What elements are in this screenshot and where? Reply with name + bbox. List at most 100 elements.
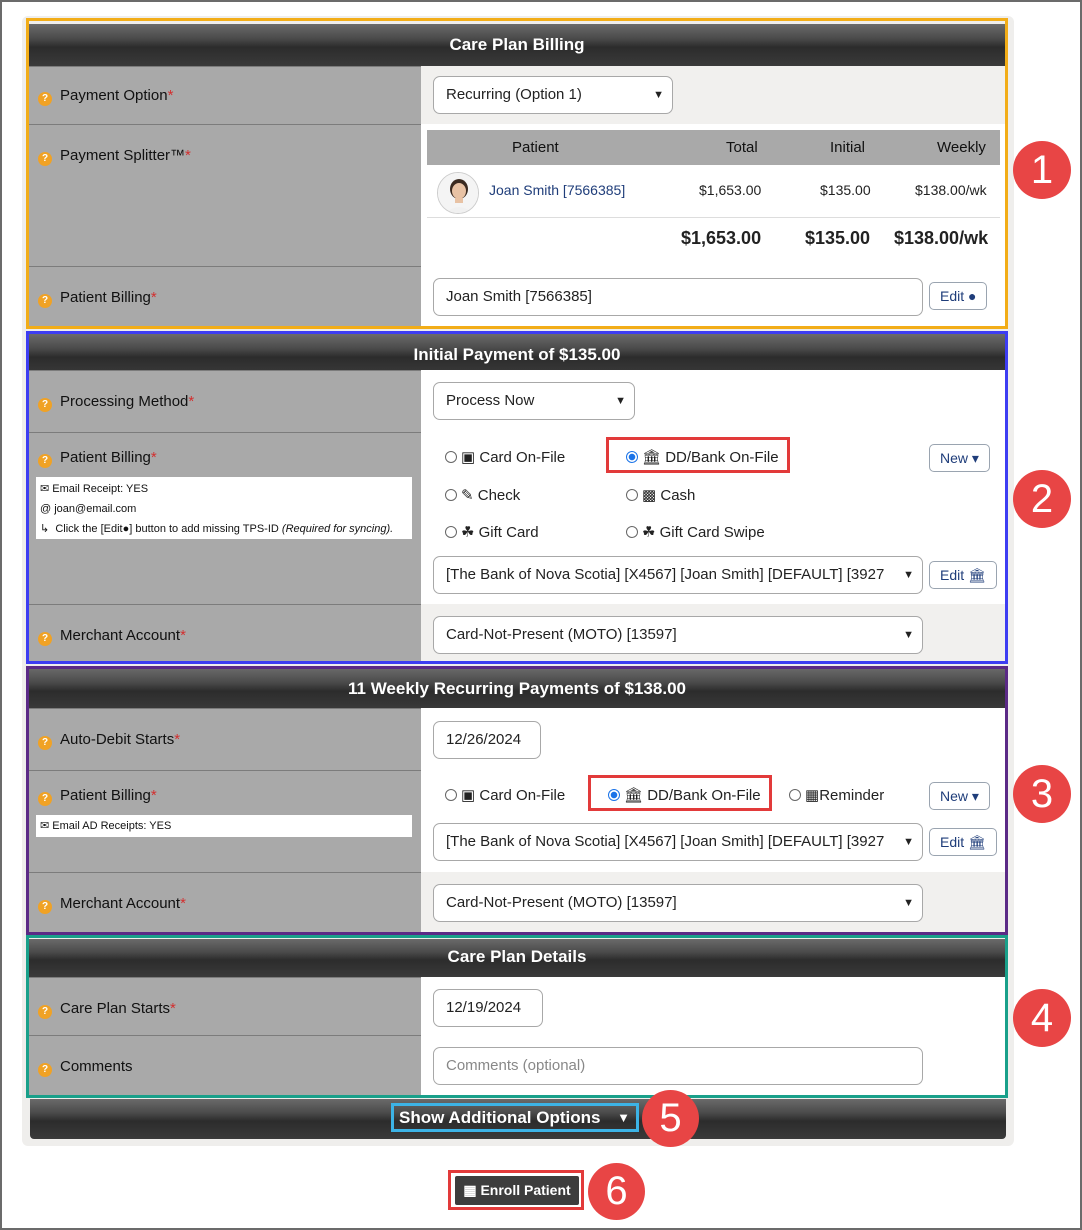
credit-card-icon: ▣ xyxy=(461,787,476,804)
radio-dd-bank-on-file[interactable]: 🏛 DD/Bank On-File xyxy=(608,786,761,804)
callout-badge-1: 1 xyxy=(1013,141,1071,199)
patient-billing-row: ? Patient Billing* Joan Smith [7566385] E… xyxy=(28,266,1006,328)
bank-icon: 🏛 xyxy=(624,787,644,804)
avatar xyxy=(437,172,479,214)
help-icon[interactable]: ? xyxy=(38,454,52,468)
edit-bank-button[interactable]: Edit 🏛 xyxy=(929,561,997,589)
auto-debit-label: Auto-Debit Starts xyxy=(60,731,175,748)
row-weekly: $138.00/wk xyxy=(915,182,987,198)
patient-billing-label: Patient Billing xyxy=(60,289,151,306)
merchant-account-select[interactable]: Card-Not-Present (MOTO) [13597] ▼ xyxy=(433,616,923,654)
radio-card-on-file[interactable]: ▣ Card On-File xyxy=(445,448,565,466)
col-total: Total xyxy=(726,139,758,156)
processing-method-label: Processing Method xyxy=(60,393,189,410)
care-plan-start-date-field[interactable]: 12/19/2024 xyxy=(433,989,543,1027)
caret-down-icon: ▾ xyxy=(971,450,979,466)
merchant-account-label: Merchant Account xyxy=(60,895,181,912)
calendar-icon: ▦ xyxy=(805,787,820,804)
callout-badge-3: 3 xyxy=(1013,765,1071,823)
billing-notes: ✉ Email AD Receipts: YES xyxy=(36,815,412,837)
radio-dd-bank-on-file[interactable]: 🏛 DD/Bank On-File xyxy=(626,448,779,466)
recurring-patient-billing-row: ? Patient Billing* ✉ Email AD Receipts: Y… xyxy=(28,770,1006,872)
bank-icon: 🏛 xyxy=(968,834,986,850)
col-initial: Initial xyxy=(830,139,866,156)
callout-badge-6: 6 xyxy=(588,1163,645,1220)
radio-reminder[interactable]: ▦Reminder xyxy=(789,786,884,804)
at-icon: @ xyxy=(40,503,52,515)
row-total: $1,653.00 xyxy=(699,182,762,198)
care-plan-starts-row: ? Care Plan Starts* 12/19/2024 xyxy=(28,977,1006,1035)
edit-bank-button[interactable]: Edit 🏛 xyxy=(929,828,997,856)
initial-payment-section: Initial Payment of $135.00 ? Processing M… xyxy=(28,334,1006,662)
merchant-account-select[interactable]: Card-Not-Present (MOTO) [13597] ▼ xyxy=(433,884,923,922)
help-icon[interactable]: ? xyxy=(38,1005,52,1019)
help-icon[interactable]: ? xyxy=(38,792,52,806)
chevron-down-icon: ▼ xyxy=(653,89,664,101)
envelope-icon: ✉ xyxy=(40,820,50,832)
care-plan-details-section: Care Plan Details ? Care Plan Starts* 12/… xyxy=(28,939,1006,1095)
callout-badge-5: 5 xyxy=(642,1090,699,1147)
gift-icon: ☘ xyxy=(642,524,656,541)
help-icon[interactable]: ? xyxy=(38,398,52,412)
comments-row: ? Comments Comments (optional) xyxy=(28,1035,1006,1095)
help-icon[interactable]: ? xyxy=(38,632,52,646)
bank-account-select[interactable]: [The Bank of Nova Scotia] [X4567] [Joan … xyxy=(433,556,923,594)
help-icon[interactable]: ? xyxy=(38,294,52,308)
comments-field[interactable]: Comments (optional) xyxy=(433,1047,923,1085)
patient-billing-label: Patient Billing xyxy=(60,449,151,466)
chevron-down-icon: ▼ xyxy=(903,897,914,909)
pencil-icon: ✎ xyxy=(461,487,474,504)
table-row: Joan Smith [7566385] $1,653.00 $135.00 $… xyxy=(427,166,1000,218)
initial-patient-billing-row: ? Patient Billing* ✉ Email Receipt: YES @… xyxy=(28,432,1006,604)
splitter-table-header: Patient Total Initial Weekly xyxy=(427,130,1000,165)
return-arrow-icon: ↳ xyxy=(40,523,50,535)
processing-method-row: ? Processing Method* Process Now ▼ xyxy=(28,370,1006,432)
merchant-account-row: ? Merchant Account* Card-Not-Present (MOT… xyxy=(28,604,1006,662)
chevron-down-icon: ▼ xyxy=(903,836,914,848)
auto-debit-date-field[interactable]: 12/26/2024 xyxy=(433,721,541,759)
bank-icon: 🏛 xyxy=(968,567,986,583)
care-plan-starts-label: Care Plan Starts xyxy=(60,1000,171,1017)
merchant-account-label: Merchant Account xyxy=(60,627,181,644)
payment-option-label: Payment Option xyxy=(60,87,168,104)
show-additional-options-toggle[interactable]: Show Additional Options ▼ xyxy=(391,1103,639,1132)
radio-gift-card[interactable]: ☘ Gift Card xyxy=(445,523,539,541)
processing-method-select[interactable]: Process Now ▼ xyxy=(433,382,635,420)
callout-badge-4: 4 xyxy=(1013,989,1071,1047)
enroll-patient-button[interactable]: ▦ Enroll Patient xyxy=(455,1176,579,1205)
patient-link[interactable]: Joan Smith [7566385] xyxy=(489,182,625,198)
help-icon[interactable]: ? xyxy=(38,92,52,106)
total-total: $1,653.00 xyxy=(681,228,762,248)
edit-patient-button[interactable]: Edit ● xyxy=(929,282,988,310)
merchant-account-row: ? Merchant Account* Card-Not-Present (MOT… xyxy=(28,872,1006,933)
patient-billing-field[interactable]: Joan Smith [7566385] xyxy=(433,278,923,316)
help-icon[interactable]: ? xyxy=(38,736,52,750)
new-method-button[interactable]: New ▾ xyxy=(929,444,990,472)
bank-account-select[interactable]: [The Bank of Nova Scotia] [X4567] [Joan … xyxy=(433,823,923,861)
help-icon[interactable]: ? xyxy=(38,900,52,914)
section-header: 11 Weekly Recurring Payments of $138.00 xyxy=(28,668,1006,710)
gift-icon: ☘ xyxy=(461,524,475,541)
payment-splitter-label: Payment Splitter™ xyxy=(60,147,186,164)
credit-card-icon: ▣ xyxy=(461,449,476,466)
recurring-payments-section: 11 Weekly Recurring Payments of $138.00 … xyxy=(28,668,1006,933)
bank-icon: 🏛 xyxy=(642,449,662,466)
radio-card-on-file[interactable]: ▣ Card On-File xyxy=(445,786,565,804)
help-icon[interactable]: ? xyxy=(38,1063,52,1077)
calculator-icon: ▦ xyxy=(463,1182,477,1198)
payment-option-row: ? Payment Option* Recurring (Option 1) ▼ xyxy=(28,66,1006,124)
user-icon: ● xyxy=(968,288,977,304)
patient-billing-label: Patient Billing xyxy=(60,787,151,804)
caret-down-icon: ▼ xyxy=(617,1110,630,1125)
chevron-down-icon: ▼ xyxy=(615,395,626,407)
radio-gift-card-swipe[interactable]: ☘ Gift Card Swipe xyxy=(626,523,765,541)
envelope-icon: ✉ xyxy=(40,483,50,495)
col-patient: Patient xyxy=(512,139,559,156)
new-method-button[interactable]: New ▾ xyxy=(929,782,990,810)
payment-option-select[interactable]: Recurring (Option 1) ▼ xyxy=(433,76,673,114)
radio-check[interactable]: ✎ Check xyxy=(445,486,520,504)
chevron-down-icon: ▼ xyxy=(903,569,914,581)
help-icon[interactable]: ? xyxy=(38,152,52,166)
col-weekly: Weekly xyxy=(937,139,986,156)
radio-cash[interactable]: ▩ Cash xyxy=(626,486,695,504)
